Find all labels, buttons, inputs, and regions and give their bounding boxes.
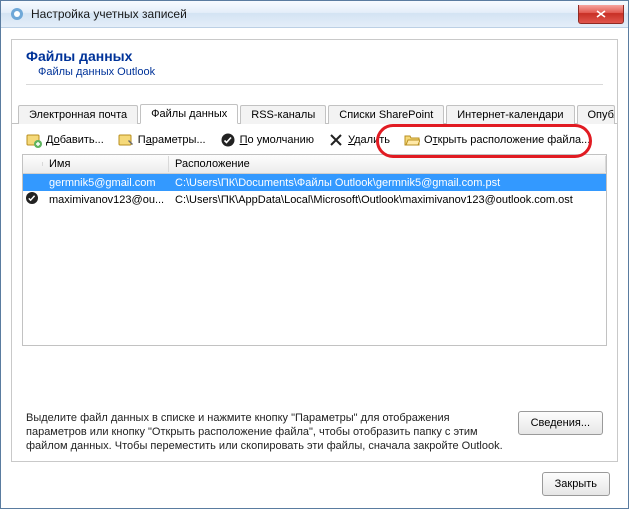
open-location-label: Открыть расположение файла... — [424, 134, 590, 146]
data-files-list[interactable]: Имя Расположение germnik5@gmail.com C:\U… — [22, 154, 607, 346]
row-name: germnik5@gmail.com — [43, 176, 169, 190]
close-button[interactable]: Закрыть — [542, 472, 610, 496]
list-header: Имя Расположение — [23, 155, 606, 174]
divider — [26, 84, 603, 85]
row-name: maximivanov123@ou... — [43, 193, 169, 207]
column-default-indicator[interactable] — [23, 162, 43, 166]
info-text: Выделите файл данных в списке и нажмите … — [26, 411, 508, 453]
check-circle-icon — [25, 191, 39, 205]
column-location[interactable]: Расположение — [169, 156, 606, 172]
settings-label: Параметры... — [138, 134, 206, 146]
account-settings-window: Настройка учетных записей Файлы данных Ф… — [0, 0, 629, 509]
window-title: Настройка учетных записей — [31, 7, 578, 21]
tab-data-files[interactable]: Файлы данных — [140, 104, 238, 124]
dialog-footer: Закрыть — [542, 472, 610, 496]
add-icon — [26, 132, 42, 148]
dialog-header: Файлы данных Файлы данных Outlook — [12, 40, 617, 95]
page-subtitle: Файлы данных Outlook — [38, 66, 603, 78]
add-button[interactable]: Добавить... — [26, 132, 104, 148]
table-row[interactable]: maximivanov123@ou... C:\Users\ПК\AppData… — [23, 191, 606, 208]
tab-rss[interactable]: RSS-каналы — [240, 105, 326, 124]
page-title: Файлы данных — [26, 48, 603, 64]
row-location: C:\Users\ПК\AppData\Local\Microsoft\Outl… — [169, 193, 606, 207]
add-label: Добавить... — [46, 134, 104, 146]
tab-strip: Электронная почта Файлы данных RSS-канал… — [12, 101, 617, 124]
default-label: По умолчанию — [240, 134, 314, 146]
tab-internet-calendars[interactable]: Интернет-календари — [446, 105, 574, 124]
delete-icon — [328, 132, 344, 148]
check-circle-icon — [220, 132, 236, 148]
info-area: Выделите файл данных в списке и нажмите … — [22, 411, 607, 453]
title-bar: Настройка учетных записей — [1, 1, 628, 28]
row-location: C:\Users\ПК\Documents\Файлы Outlook\germ… — [169, 176, 606, 190]
tab-published[interactable]: Опубликован — [577, 105, 616, 124]
settings-icon — [118, 132, 134, 148]
tab-email[interactable]: Электронная почта — [18, 105, 138, 124]
details-button[interactable]: Сведения... — [518, 411, 603, 435]
app-icon — [9, 6, 25, 22]
remove-button[interactable]: Удалить — [328, 132, 390, 148]
settings-button[interactable]: Параметры... — [118, 132, 206, 148]
toolbar: Добавить... Параметры... По умолчанию Уд… — [12, 124, 617, 154]
folder-open-icon — [404, 132, 420, 148]
default-marker — [23, 191, 43, 208]
dialog-body: Файлы данных Файлы данных Outlook Электр… — [11, 39, 618, 462]
open-file-location-button[interactable]: Открыть расположение файла... — [404, 132, 590, 148]
delete-label: Удалить — [348, 134, 390, 146]
set-default-button[interactable]: По умолчанию — [220, 132, 314, 148]
tab-sharepoint[interactable]: Списки SharePoint — [328, 105, 444, 124]
column-name[interactable]: Имя — [43, 156, 169, 172]
table-row[interactable]: germnik5@gmail.com C:\Users\ПК\Documents… — [23, 174, 606, 191]
window-close-button[interactable] — [578, 5, 624, 24]
